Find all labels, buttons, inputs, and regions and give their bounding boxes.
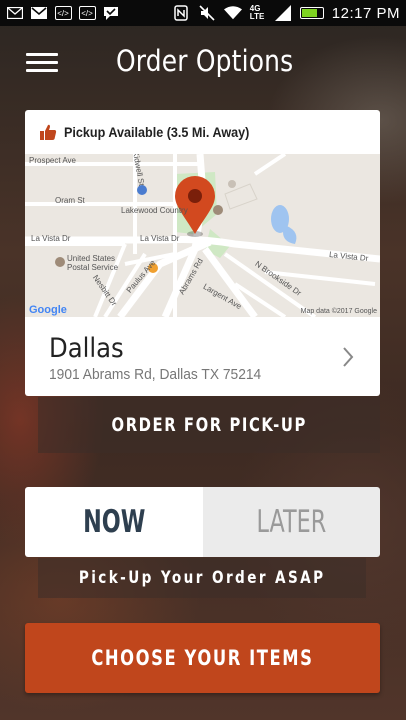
network-type: 4G LTE: [249, 4, 265, 21]
google-logo: Google: [29, 304, 67, 316]
store-city: Dallas: [49, 333, 124, 364]
pickup-availability-text: Pickup Available (3.5 Mi. Away): [64, 124, 250, 140]
mute-icon: [198, 5, 216, 21]
chevron-right-icon: [343, 347, 354, 367]
location-card: Pickup Available (3.5 Mi. Away) Prospect…: [25, 110, 380, 396]
wifi-icon: [223, 5, 242, 21]
asap-caption: Pick-Up Your Order ASAP: [38, 558, 366, 598]
nfc-icon: [172, 5, 190, 21]
chat-bubble-icon: [102, 5, 120, 21]
code-icon: </>: [78, 5, 96, 21]
now-label: NOW: [82, 504, 145, 540]
choose-your-items-button[interactable]: CHOOSE YOUR ITEMS: [25, 623, 380, 693]
map-attribution: Map data ©2017 Google: [300, 308, 377, 315]
thumbs-up-icon: [40, 124, 57, 140]
pickup-availability: Pickup Available (3.5 Mi. Away): [25, 110, 380, 154]
map-label-post-office: United States Postal Service: [67, 254, 119, 272]
later-option[interactable]: LATER: [202, 487, 380, 557]
clock: 12:17 PM: [331, 4, 400, 22]
time-toggle: NOW LATER: [25, 487, 380, 557]
code-icon: </>: [54, 5, 72, 21]
now-option[interactable]: NOW: [25, 487, 203, 557]
page-title: Order Options: [116, 44, 294, 78]
hamburger-menu-icon[interactable]: [26, 53, 58, 73]
order-for-pickup-label: ORDER FOR PICK-UP: [111, 414, 307, 436]
map-roads: [25, 154, 380, 317]
map-label-oram: Oram St: [55, 196, 85, 205]
choose-your-items-label: CHOOSE YOUR ITEMS: [91, 646, 314, 670]
app-header: Order Options: [0, 26, 406, 98]
signal-icon: [274, 5, 292, 21]
map-label-lavista-left: La Vista Dr: [31, 234, 71, 243]
map-label-prospect: Prospect Ave: [29, 156, 76, 165]
store-address: 1901 Abrams Rd, Dallas TX 75214: [49, 366, 262, 383]
asap-caption-text: Pick-Up Your Order ASAP: [78, 568, 326, 588]
gmail-icon: [30, 5, 48, 21]
later-label: LATER: [256, 504, 327, 540]
system-icons: 4G LTE 12:17 PM: [172, 5, 400, 22]
store-location-row[interactable]: Dallas 1901 Abrams Rd, Dallas TX 75214: [25, 317, 380, 396]
status-bar: </> </> 4G LTE 12:17 PM: [0, 0, 406, 26]
store-map[interactable]: Prospect Ave Oram St Kidwell St Lakewood…: [25, 154, 380, 317]
mail-icon: [6, 5, 24, 21]
notification-icons: </> </>: [6, 5, 120, 21]
map-label-lakewood: Lakewood Country: [121, 206, 188, 215]
map-label-lavista-mid: La Vista Dr: [140, 234, 180, 243]
battery-icon: [299, 7, 324, 19]
order-for-pickup-button[interactable]: ORDER FOR PICK-UP: [38, 397, 380, 453]
